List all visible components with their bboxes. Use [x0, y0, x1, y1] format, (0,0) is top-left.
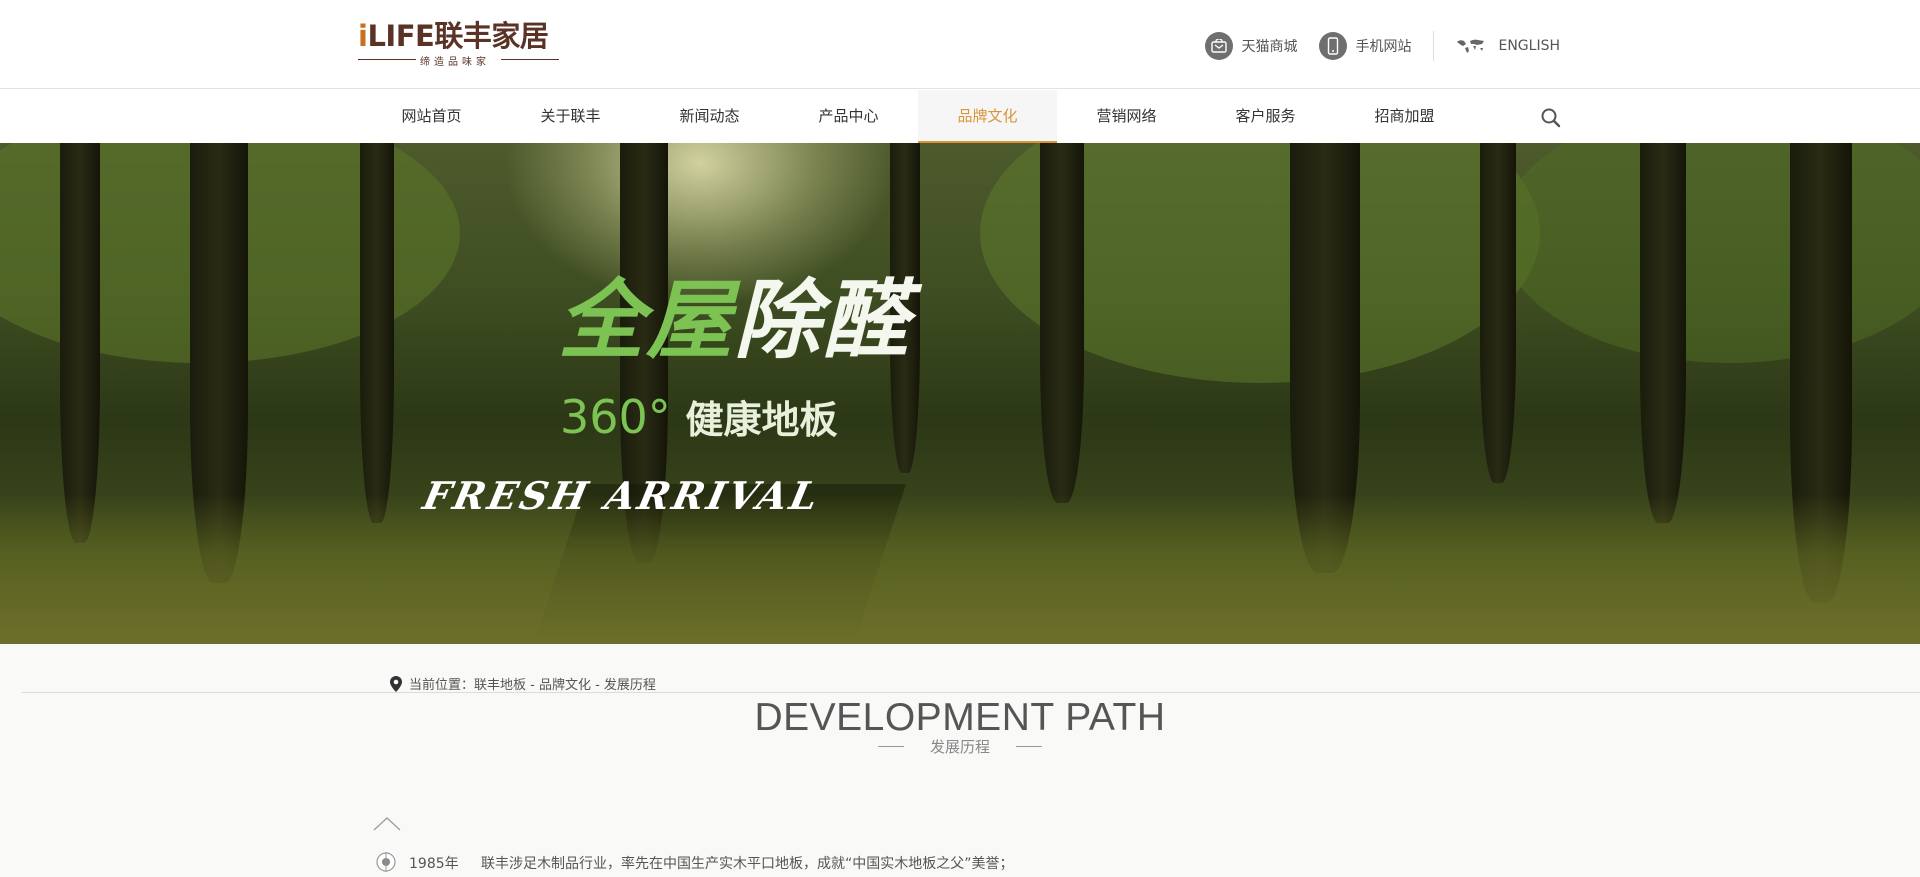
english-link-label: ENGLISH [1498, 38, 1560, 54]
mobile-site-link-label: 手机网站 [1355, 39, 1412, 55]
nav-item-home[interactable]: 网站首页 [362, 90, 501, 143]
timeline-year: 1985年 [409, 856, 459, 872]
site-header: iLIFE联丰家居 缔造品味家 天猫商城 手机网站 ENGLISH [0, 0, 1920, 89]
grass-ground [0, 494, 1920, 644]
tree-trunk [1640, 143, 1686, 523]
breadcrumb-path[interactable]: 联丰地板 - 品牌文化 - 发展历程 [474, 674, 656, 693]
top-links-divider [1433, 31, 1435, 61]
section-title: DEVELOPMENT PATH [754, 696, 1166, 739]
tree-trunk [360, 143, 394, 523]
logo-slogan: 缔造品味家 [420, 57, 490, 68]
location-pin-icon [390, 675, 402, 692]
content-area: 当前位置： 联丰地板 - 品牌文化 - 发展历程 DEVELOPMENT PAT… [0, 644, 1920, 877]
timeline-up-arrow-icon[interactable] [372, 816, 402, 832]
mobile-phone-icon [1319, 32, 1348, 60]
logo-rule-left [358, 59, 416, 60]
nav-item-sales-network[interactable]: 营销网络 [1057, 90, 1196, 143]
banner-subtitle: 360° 健康地板 [560, 390, 838, 444]
site-logo[interactable]: iLIFE联丰家居 缔造品味家 [358, 20, 563, 68]
tree-trunk [1480, 143, 1516, 483]
banner-tagline: FRESH ARRIVAL [419, 473, 826, 518]
tree-trunk [60, 143, 100, 543]
nav-item-products[interactable]: 产品中心 [779, 90, 918, 143]
foliage-shape [1500, 143, 1920, 363]
world-map-icon [1456, 37, 1486, 55]
hero-banner[interactable]: 全屋除醛 360° 健康地板 FRESH ARRIVAL [0, 143, 1920, 644]
section-subtitle: 发展历程 [929, 738, 990, 756]
nav-items: 网站首页 关于联丰 新闻动态 产品中心 品牌文化 营销网络 客户服务 招商加盟 [362, 90, 1474, 143]
timeline-text: 联丰涉足木制品行业，率先在中国生产实木平口地板，成就“中国实木地板之父”美誉； [481, 856, 1014, 872]
shop-bag-icon [1205, 32, 1234, 60]
nav-item-news[interactable]: 新闻动态 [640, 90, 779, 143]
subtitle-dash-left [877, 746, 904, 747]
subtitle-dash-right [1016, 746, 1042, 747]
mobile-site-link[interactable]: 手机网站 [1319, 32, 1411, 60]
breadcrumb: 当前位置： 联丰地板 - 品牌文化 - 发展历程 [390, 674, 656, 693]
tmall-link-label: 天猫商城 [1241, 39, 1298, 55]
tmall-link[interactable]: 天猫商城 [1205, 32, 1297, 60]
top-links: 天猫商城 手机网站 ENGLISH [1183, 31, 1560, 61]
nav-item-brand-culture[interactable]: 品牌文化 [918, 90, 1057, 143]
timeline-dot-icon [376, 852, 396, 872]
logo-wordmark: iLIFE联丰家居 [358, 19, 549, 53]
nav-item-about[interactable]: 关于联丰 [501, 90, 640, 143]
breadcrumb-prefix: 当前位置： [409, 678, 475, 693]
banner-title: 全屋除醛 [558, 271, 910, 371]
main-nav: 网站首页 关于联丰 新闻动态 产品中心 品牌文化 营销网络 客户服务 招商加盟 [0, 90, 1920, 143]
nav-item-franchise[interactable]: 招商加盟 [1335, 90, 1474, 143]
section-divider [22, 692, 1920, 693]
english-link[interactable]: ENGLISH [1456, 37, 1560, 55]
search-icon[interactable] [1540, 107, 1562, 129]
tree-trunk [1040, 143, 1084, 503]
section-subtitle-row: 发展历程 [0, 736, 1920, 757]
nav-item-customer-service[interactable]: 客户服务 [1196, 90, 1335, 143]
logo-rule-right [501, 59, 559, 60]
